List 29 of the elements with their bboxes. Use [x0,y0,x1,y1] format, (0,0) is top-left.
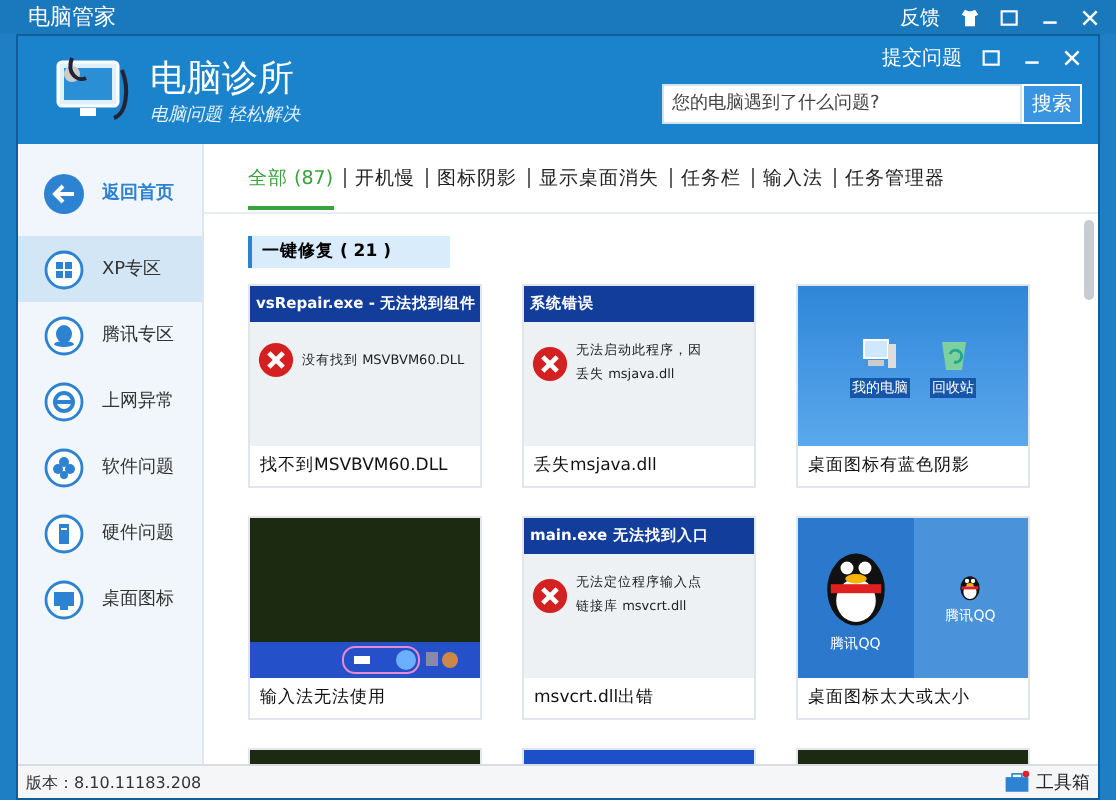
issue-title: 桌面图标有蓝色阴影 [806,454,972,480]
sidebar-item[interactable]: 软件问题 [18,434,202,500]
issue-card[interactable]: 输入法无法使用 [248,516,482,720]
search-field[interactable]: 您的电脑遇到了什么问题? [662,84,1022,124]
category-tab[interactable]: 开机慢 [355,147,416,209]
issue-title: 丢失msjava.dll [532,454,659,480]
section-header: 一键修复 ( 21 ) [248,236,451,268]
background-window-title: 电脑管家 [28,2,116,32]
issue-title: 桌面图标太大或太小 [806,686,972,712]
toolbox-link[interactable]: 工具箱 [1036,769,1090,795]
issue-title: 输入法无法使用 [258,686,388,712]
category-tab[interactable]: 任务管理器 [845,147,946,209]
feedback-button[interactable]: 反馈 [900,3,940,31]
sidebar-item[interactable]: 腾讯专区 [18,302,202,368]
sidebar-item[interactable]: 上网异常 [18,368,202,434]
issue-title: msvcrt.dll出错 [532,686,657,712]
category-tab[interactable]: 输入法 [763,147,824,209]
app-name: 电脑诊所 [150,55,296,101]
category-tab[interactable]: 图标阴影 [437,147,518,209]
issue-title: 找不到MSVBVM60.DLL [258,454,450,480]
submit-question-button[interactable]: 提交问题 [882,44,962,72]
sidebar-item[interactable]: 硬件问题 [18,500,202,566]
category-tab[interactable]: 显示桌面消失 [539,147,660,209]
sidebar-item[interactable]: 桌面图标 [18,566,202,632]
category-tab[interactable]: 任务栏 [681,147,742,209]
app-slogan: 电脑问题 轻松解决 [150,103,303,127]
version-text: 版本：8.10.11183.208 [26,771,202,793]
sidebar-item[interactable]: XP专区 [18,236,202,302]
back-home-link[interactable]: 返回首页 [102,180,174,206]
